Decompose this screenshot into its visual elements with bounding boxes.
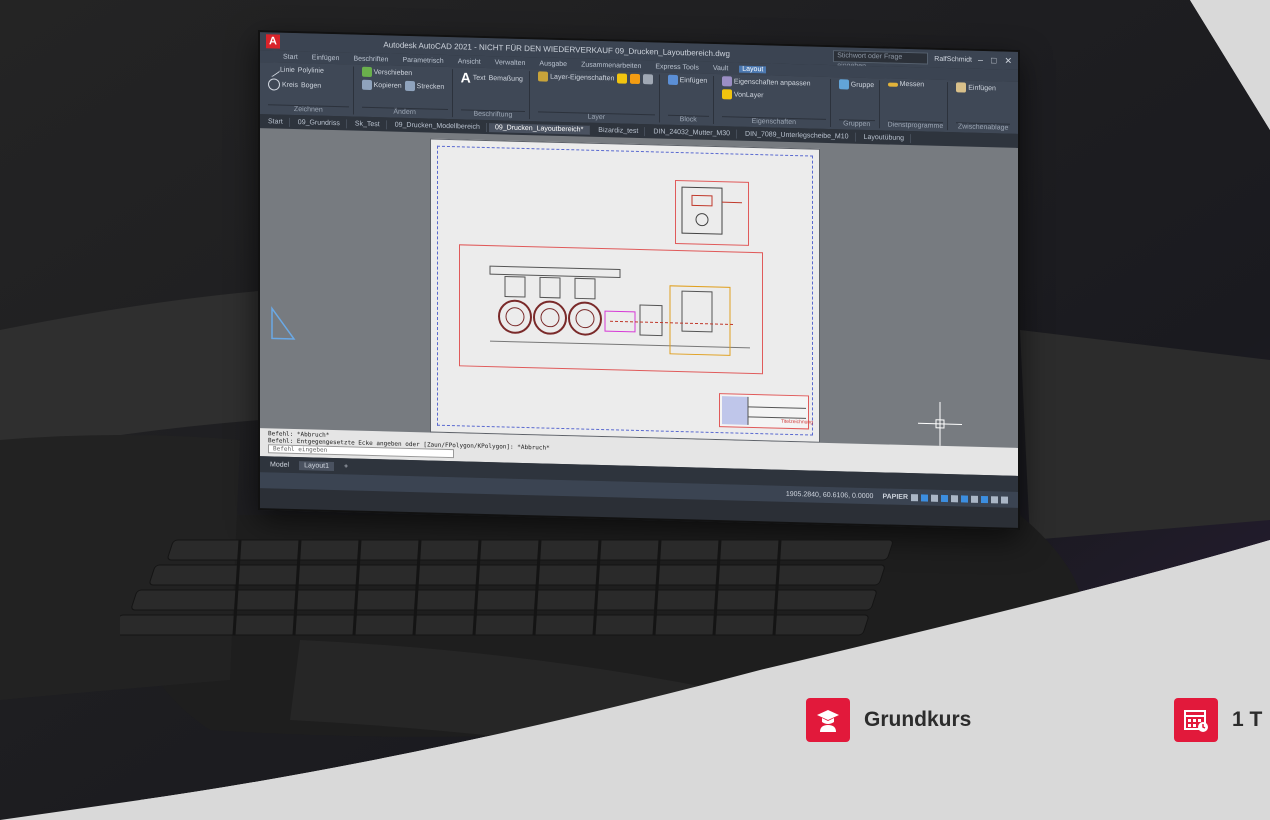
course-duration-label: 1 T bbox=[1232, 708, 1263, 731]
scene: A Autodesk AutoCAD 2021 - NICHT FÜR DEN … bbox=[0, 0, 1270, 820]
course-duration-badge: 1 T bbox=[1174, 698, 1262, 742]
calendar-glyph-icon bbox=[1184, 710, 1208, 732]
graduate-glyph-icon bbox=[817, 710, 839, 732]
light-diagonal-panel bbox=[140, 0, 1270, 820]
course-level-badge: Grundkurs bbox=[806, 698, 971, 742]
course-level-label: Grundkurs bbox=[864, 708, 972, 731]
calendar-clock-icon bbox=[1174, 698, 1218, 742]
graduate-icon bbox=[806, 698, 850, 742]
